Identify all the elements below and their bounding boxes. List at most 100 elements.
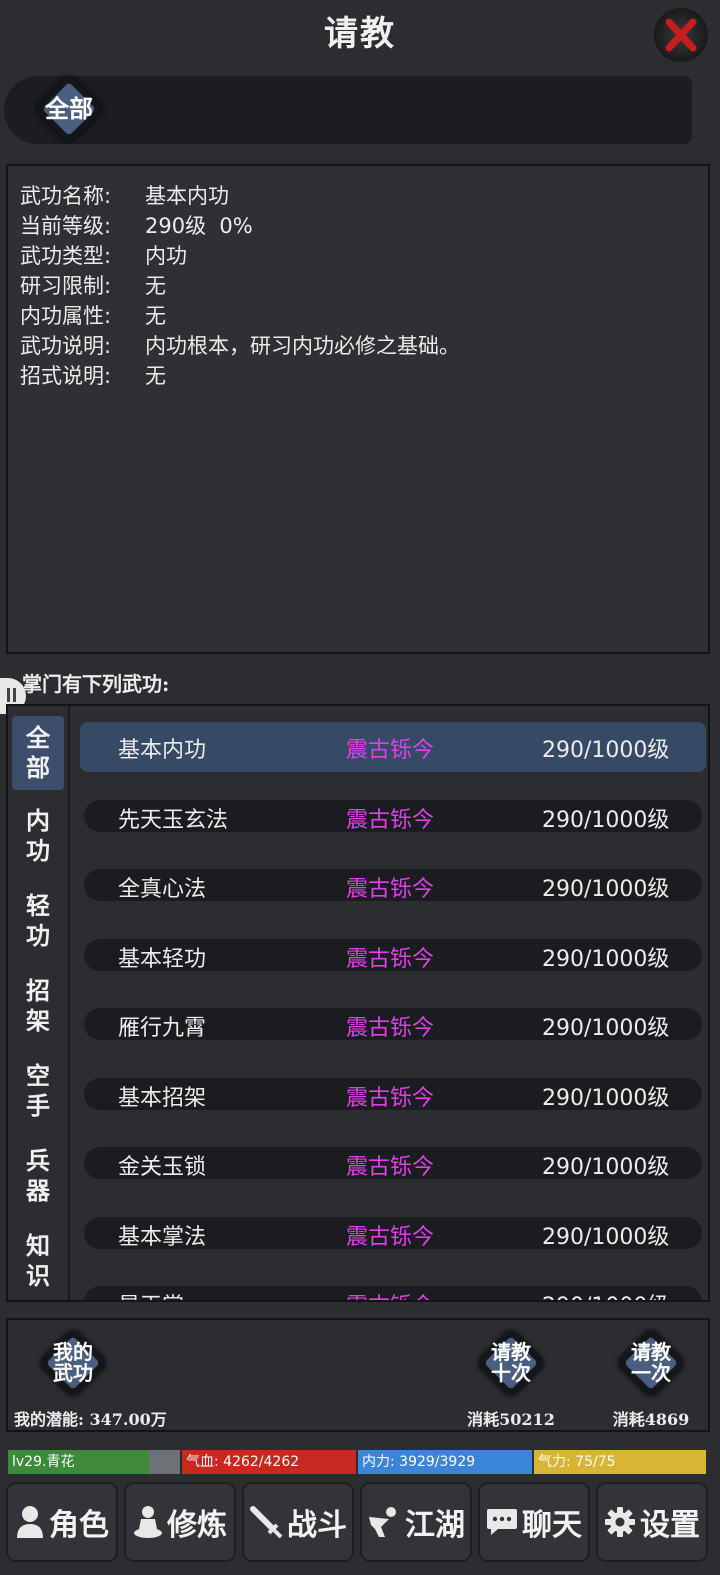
info-row-description: 武功说明: 内功根本，研习内功必修之基础。 — [20, 330, 460, 360]
tab-label: 内 — [26, 806, 50, 835]
tab-label: 架 — [26, 1006, 50, 1035]
ask-once-label: 请教 一次 — [612, 1324, 690, 1402]
skill-name: 昊天掌 — [118, 1288, 184, 1300]
ask-ten-label: 请教 十次 — [472, 1324, 550, 1402]
list-item[interactable]: 昊天掌 震古铄今 290/1000级 — [80, 1278, 706, 1300]
hp-bar: 气血: 4262/4262 — [182, 1450, 356, 1474]
skill-rank: 震古铄今 — [346, 947, 435, 972]
skill-rank: 震古铄今 — [346, 1288, 434, 1300]
skill-level: 290/1000级 — [542, 738, 670, 763]
skill-info-panel: 武功名称: 基本内功 当前等级: 290级 0% 武功类型: 内功 研习限制: 无 内功… — [6, 164, 710, 654]
skill-rank: 震古铄今 — [346, 738, 435, 763]
label-line: 我的 — [53, 1340, 93, 1364]
pause-icon — [7, 688, 10, 702]
ask-ten-times-button[interactable]: 请教 十次 — [472, 1324, 550, 1402]
info-row-level: 当前等级: 290级 0% — [20, 210, 253, 240]
skill-level: 290/1000级 — [542, 1288, 669, 1300]
skill-name: 金关玉锁 — [118, 1155, 207, 1180]
tab-label: 器 — [26, 1176, 50, 1205]
list-header: 掌门有下列武功: — [22, 672, 170, 696]
tab-internal[interactable]: 内功 — [12, 806, 64, 866]
skill-level: 290/1000级 — [542, 1016, 670, 1041]
info-row-type: 武功类型: 内功 — [20, 240, 187, 270]
info-value: 无 — [145, 274, 166, 298]
page-title: 请教 — [324, 14, 396, 54]
info-value: 无 — [145, 364, 166, 388]
category-all-button[interactable]: 全部 — [30, 70, 108, 148]
my-skills-label: 我的 武功 — [34, 1324, 112, 1402]
list-item[interactable]: 全真心法 震古铄今 290/1000级 — [80, 861, 706, 911]
label-line: 请教 — [631, 1340, 671, 1364]
skill-rank: 震古铄今 — [346, 1225, 435, 1250]
tab-label: 知 — [26, 1231, 50, 1260]
nav-chat[interactable]: 聊天 — [478, 1482, 590, 1562]
skill-rank: 震古铄今 — [346, 1086, 435, 1111]
nav-jianghu[interactable]: 江湖 — [360, 1482, 472, 1562]
nav-character[interactable]: 角色 — [6, 1482, 118, 1562]
nav-battle[interactable]: 战斗 — [242, 1482, 354, 1562]
tab-unarmed[interactable]: 空手 — [12, 1061, 64, 1121]
ask-once-button[interactable]: 请教 一次 — [612, 1324, 690, 1402]
tab-lightness[interactable]: 轻功 — [12, 891, 64, 951]
info-key: 招式说明: — [20, 364, 112, 388]
chat-icon — [487, 1509, 517, 1535]
skill-level: 290/1000级 — [542, 1225, 670, 1250]
skill-level: 290/1000级 — [542, 1155, 670, 1180]
list-item[interactable]: 金关玉锁 震古铄今 290/1000级 — [80, 1139, 706, 1189]
nav-cultivate[interactable]: 修炼 — [124, 1482, 236, 1562]
ask-ten-cost: 消耗50212 — [467, 1410, 555, 1429]
skill-name: 基本招架 — [118, 1086, 207, 1111]
tab-label: 空 — [26, 1061, 50, 1090]
list-item[interactable]: 基本招架 震古铄今 290/1000级 — [80, 1070, 706, 1120]
potential-text: 我的潜能: 347.00万 — [14, 1410, 167, 1429]
nav-label: 江湖 — [405, 1508, 465, 1543]
nav-label: 设置 — [640, 1508, 700, 1543]
list-item[interactable]: 雁行九霄 震古铄今 290/1000级 — [80, 1000, 706, 1050]
tab-weapon[interactable]: 兵器 — [12, 1146, 64, 1206]
info-key: 武功说明: — [20, 334, 112, 358]
label-line: 十次 — [491, 1361, 531, 1385]
skill-rank: 震古铄今 — [346, 1016, 435, 1041]
my-skills-button[interactable]: 我的 武功 — [34, 1324, 112, 1402]
sword-icon — [250, 1506, 283, 1539]
list-item[interactable]: 基本内功 震古铄今 290/1000级 — [80, 722, 706, 772]
tab-label: 全 — [26, 723, 50, 752]
list-item[interactable]: 基本轻功 震古铄今 290/1000级 — [80, 931, 706, 981]
gear-icon — [605, 1507, 635, 1537]
skill-rank: 震古铄今 — [346, 1155, 435, 1180]
info-key: 武功类型: — [20, 244, 112, 268]
info-value: 290级 0% — [145, 214, 253, 238]
skill-name: 基本轻功 — [118, 947, 207, 972]
tab-label: 兵 — [26, 1146, 50, 1175]
info-key: 内功属性: — [20, 304, 112, 328]
list-item[interactable]: 基本掌法 震古铄今 290/1000级 — [80, 1209, 706, 1259]
close-button[interactable] — [654, 8, 708, 62]
category-all-label: 全部 — [45, 94, 93, 124]
tab-label: 功 — [26, 921, 50, 950]
tab-label: 部 — [26, 753, 50, 782]
info-value: 内功根本，研习内功必修之基础。 — [145, 334, 460, 358]
tab-parry[interactable]: 招架 — [12, 976, 64, 1036]
info-key: 研习限制: — [20, 274, 112, 298]
info-row-name: 武功名称: 基本内功 — [20, 180, 229, 210]
meditate-icon — [134, 1506, 162, 1538]
tab-label: 轻 — [26, 891, 50, 920]
list-item[interactable]: 先天玉玄法 震古铄今 290/1000级 — [80, 792, 706, 842]
tab-all[interactable]: 全部 — [12, 716, 64, 790]
level-text: lv29.青花 — [12, 1454, 75, 1470]
stamina-bar: 气力: 75/75 — [534, 1450, 706, 1474]
nav-label: 修炼 — [167, 1508, 227, 1543]
info-value: 基本内功 — [145, 184, 229, 208]
tab-label: 招 — [26, 976, 50, 1005]
skill-list-panel: 全部 内功 轻功 招架 空手 兵器 知识 基本内功 震古铄今 290/1000级… — [6, 704, 710, 1302]
tab-knowledge[interactable]: 知识 — [12, 1231, 64, 1291]
info-row-attribute: 内功属性: 无 — [20, 300, 166, 330]
info-key: 当前等级: — [20, 214, 112, 238]
info-value: 无 — [145, 304, 166, 328]
status-bars: lv29.青花 气血: 4262/4262 内力: 3929/3929 气力: … — [8, 1450, 706, 1474]
skill-name: 全真心法 — [118, 877, 207, 902]
skill-level: 290/1000级 — [542, 808, 670, 833]
nav-label: 战斗 — [287, 1508, 347, 1543]
nav-settings[interactable]: 设置 — [596, 1482, 708, 1562]
bottom-nav: 角色 修炼 战斗 江湖 聊天 设置 — [0, 1482, 720, 1570]
